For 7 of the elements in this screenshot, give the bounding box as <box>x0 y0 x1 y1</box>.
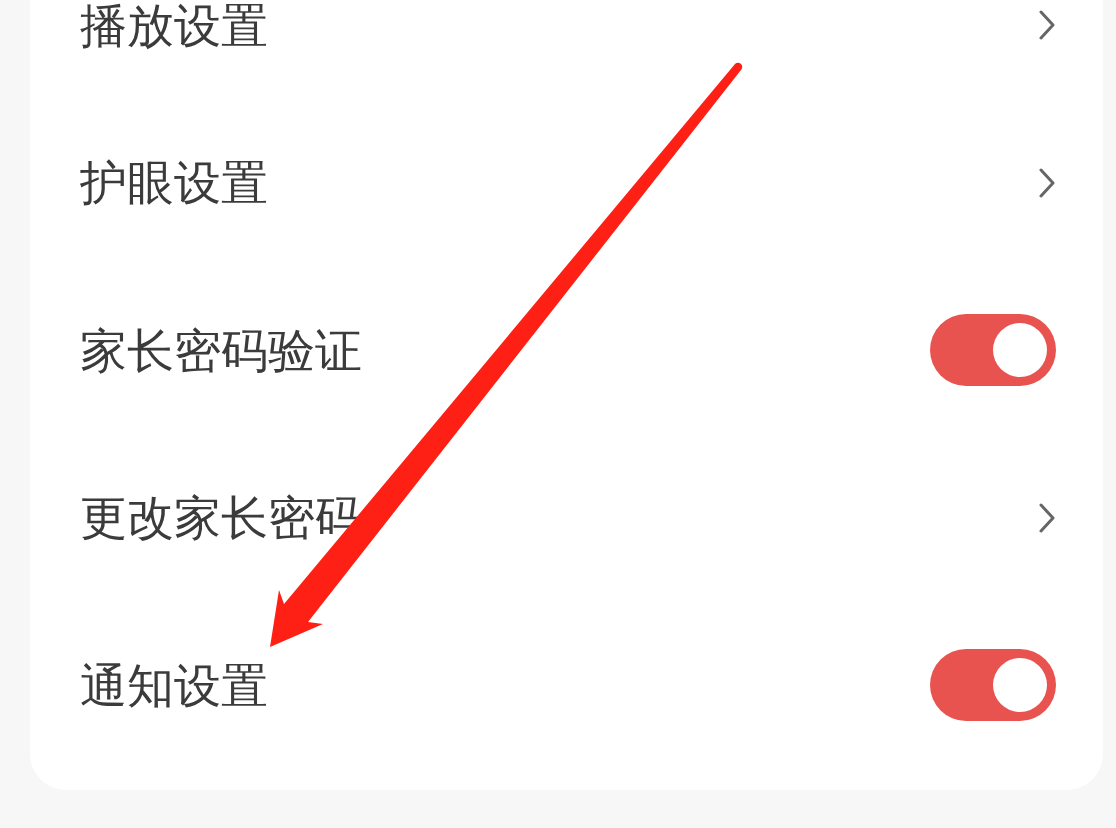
setting-label: 家长密码验证 <box>80 326 362 374</box>
setting-label: 通知设置 <box>80 661 268 709</box>
chevron-right-icon <box>1039 167 1055 198</box>
chevron-right-icon <box>1039 502 1055 533</box>
setting-label[interactable]: 播放设置 <box>80 1 268 49</box>
setting-label[interactable]: 护眼设置 <box>80 159 268 206</box>
chevron-right-icon <box>1039 10 1055 40</box>
